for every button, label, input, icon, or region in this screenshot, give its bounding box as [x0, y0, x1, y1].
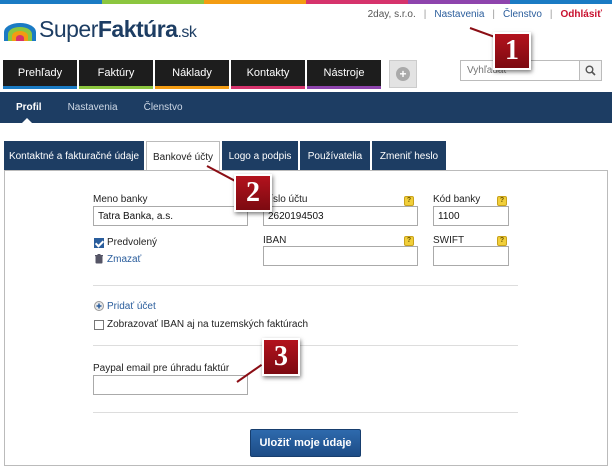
tab-logo-signature[interactable]: Logo a podpis — [222, 141, 298, 171]
delete-link[interactable]: Zmazať — [107, 254, 141, 265]
logo-mark-icon — [4, 19, 36, 41]
bank-code-label: Kód banky — [433, 194, 481, 205]
bank-name-field[interactable] — [93, 206, 248, 226]
subnav-profile[interactable]: Profil — [0, 92, 55, 123]
callout-1-badge: 1 — [493, 32, 531, 70]
membership-link[interactable]: Členstvo — [503, 9, 542, 20]
rainbow-stripe — [0, 0, 612, 4]
settings-tabs: Kontaktné a fakturačné údaje Bankové účt… — [4, 141, 448, 172]
nav-tab-overview[interactable]: Prehľady — [3, 60, 77, 89]
subnav-settings[interactable]: Nastavenia — [55, 92, 131, 123]
swift-label: SWIFT — [433, 235, 465, 246]
search-box — [460, 60, 602, 81]
swift-field[interactable] — [433, 246, 509, 266]
paypal-email-field[interactable] — [93, 375, 248, 395]
settings-link[interactable]: Nastavenia — [434, 9, 484, 20]
add-tab-button[interactable]: + — [389, 60, 417, 88]
search-button[interactable] — [579, 61, 601, 80]
plus-icon: + — [396, 67, 410, 81]
divider — [93, 412, 518, 413]
iban-field[interactable] — [263, 246, 418, 266]
iban-help-icon[interactable]: ? — [404, 236, 414, 246]
account-number-field[interactable] — [263, 206, 418, 226]
callout-3-badge: 3 — [262, 338, 300, 376]
sub-nav: Profil Nastavenia Členstvo — [0, 92, 612, 123]
nav-tab-invoices[interactable]: Faktúry — [79, 60, 153, 89]
save-button[interactable]: Uložiť moje údaje — [250, 429, 361, 457]
paypal-label: Paypal email pre úhradu faktúr — [93, 363, 230, 374]
show-iban-checkbox[interactable] — [94, 320, 104, 330]
add-icon[interactable] — [94, 301, 104, 311]
subnav-membership[interactable]: Členstvo — [131, 92, 196, 123]
company-name: 2day, s.r.o. — [367, 9, 416, 20]
logout-link[interactable]: Odhlásiť — [561, 9, 602, 20]
default-label: Predvolený — [107, 237, 158, 248]
logo-text: SuperFaktúra.sk — [39, 16, 197, 42]
search-icon — [585, 65, 596, 76]
account-help-icon[interactable]: ? — [404, 196, 414, 206]
swift-help-icon[interactable]: ? — [497, 236, 507, 246]
divider — [93, 345, 518, 346]
bank-code-help-icon[interactable]: ? — [497, 196, 507, 206]
tab-contact-billing[interactable]: Kontaktné a fakturačné údaje — [4, 141, 144, 171]
top-links: 2day, s.r.o. | Nastavenia | Členstvo | O… — [367, 9, 602, 20]
tab-users[interactable]: Používatelia — [300, 141, 370, 171]
iban-label: IBAN — [263, 235, 287, 246]
app-logo[interactable]: SuperFaktúra.sk — [4, 16, 197, 43]
delete-icon[interactable] — [94, 254, 104, 264]
default-checkbox[interactable] — [94, 238, 104, 248]
nav-tab-tools[interactable]: Nástroje — [307, 60, 381, 89]
nav-tab-contacts[interactable]: Kontakty — [231, 60, 305, 89]
callout-2-badge: 2 — [234, 174, 272, 212]
add-account-link[interactable]: Pridať účet — [107, 301, 156, 312]
bank-name-label: Meno banky — [93, 194, 148, 205]
tab-change-password[interactable]: Zmeniť heslo — [372, 141, 446, 171]
nav-tab-expenses[interactable]: Náklady — [155, 60, 229, 89]
main-nav: Prehľady Faktúry Náklady Kontakty Nástro… — [3, 60, 417, 89]
bank-code-field[interactable] — [433, 206, 509, 226]
show-iban-label: Zobrazovať IBAN aj na tuzemských faktúra… — [107, 319, 309, 330]
divider — [93, 285, 518, 286]
